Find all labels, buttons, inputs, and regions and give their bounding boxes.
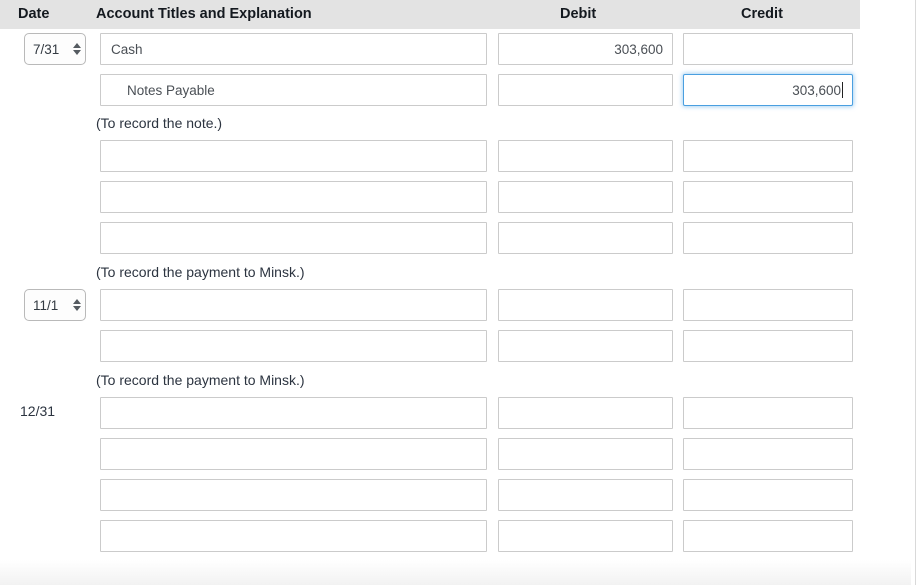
account-title-input[interactable]: [100, 181, 487, 213]
date-cell: 7/31: [24, 33, 90, 65]
credit-input[interactable]: [683, 140, 853, 172]
debit-input[interactable]: [498, 438, 673, 470]
account-title-input[interactable]: [100, 222, 487, 254]
credit-input[interactable]: [683, 222, 853, 254]
account-title-input[interactable]: [100, 520, 487, 552]
page-bottom-divider: [0, 560, 911, 585]
table-row: 12/31: [0, 397, 916, 430]
table-row: [0, 330, 916, 363]
credit-input[interactable]: [683, 520, 853, 552]
column-header-credit: Credit: [741, 6, 783, 22]
debit-input[interactable]: 303,600: [498, 33, 673, 65]
column-header-debit: Debit: [560, 6, 597, 22]
debit-input[interactable]: [498, 397, 673, 429]
table-row: [0, 181, 916, 214]
debit-input[interactable]: [498, 479, 673, 511]
account-title-input[interactable]: Notes Payable: [100, 74, 487, 106]
account-title-input[interactable]: Cash: [100, 33, 487, 65]
explanation-memo: (To record the payment to Minsk.): [96, 264, 305, 280]
explanation-memo: (To record the note.): [96, 115, 223, 131]
credit-input[interactable]: [683, 438, 853, 470]
account-title-input[interactable]: [100, 479, 487, 511]
credit-input[interactable]: [683, 33, 853, 65]
table-header-row: Date Account Titles and Explanation Debi…: [0, 0, 860, 29]
debit-input[interactable]: [498, 222, 673, 254]
credit-input[interactable]: 303,600: [683, 74, 853, 106]
explanation-memo: (To record the payment to Minsk.): [96, 372, 305, 388]
table-row: [0, 520, 916, 553]
credit-input[interactable]: [683, 289, 853, 321]
table-row: [0, 222, 916, 255]
account-title-input[interactable]: [100, 140, 487, 172]
account-title-input[interactable]: [100, 330, 487, 362]
debit-input[interactable]: [498, 181, 673, 213]
table-row: Notes Payable 303,600: [0, 74, 916, 107]
credit-input[interactable]: [683, 330, 853, 362]
column-header-date: Date: [18, 6, 50, 22]
table-row: [0, 479, 916, 512]
text-caret: [842, 82, 843, 98]
debit-input[interactable]: [498, 520, 673, 552]
account-title-input[interactable]: [100, 438, 487, 470]
table-row: [0, 438, 916, 471]
date-cell: 11/1: [24, 289, 90, 321]
date-select[interactable]: 11/1: [24, 289, 86, 321]
credit-input[interactable]: [683, 479, 853, 511]
table-row: [0, 140, 916, 173]
credit-input[interactable]: [683, 181, 853, 213]
journal-entry-form: Date Account Titles and Explanation Debi…: [0, 0, 916, 585]
debit-input[interactable]: [498, 289, 673, 321]
date-select-value: 7/31: [33, 41, 60, 57]
debit-input[interactable]: [498, 74, 673, 106]
debit-input[interactable]: [498, 140, 673, 172]
credit-input[interactable]: [683, 397, 853, 429]
spinner-up-down-icon[interactable]: [73, 43, 81, 55]
spinner-up-down-icon[interactable]: [73, 299, 81, 311]
credit-input-value: 303,600: [792, 82, 841, 98]
account-title-input[interactable]: [100, 289, 487, 321]
date-select-value: 11/1: [33, 297, 59, 313]
table-row: 7/31 Cash 303,600: [0, 33, 916, 66]
date-select[interactable]: 7/31: [24, 33, 86, 65]
table-row: 11/1: [0, 289, 916, 322]
column-header-account: Account Titles and Explanation: [96, 6, 312, 22]
debit-input[interactable]: [498, 330, 673, 362]
date-label: 12/31: [20, 403, 56, 419]
account-title-input[interactable]: [100, 397, 487, 429]
